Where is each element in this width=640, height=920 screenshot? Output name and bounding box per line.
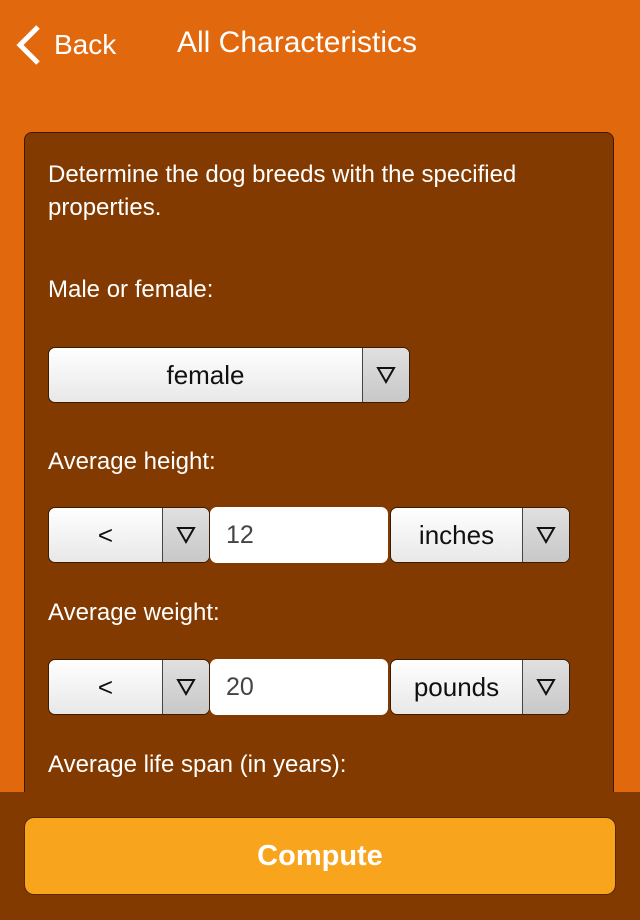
weight-comparator-select[interactable]: <	[48, 659, 210, 715]
height-unit-select[interactable]: inches	[390, 507, 570, 563]
weight-label: Average weight:	[48, 599, 220, 626]
intro-text: Determine the dog breeds with the specif…	[48, 161, 517, 221]
height-comparator-select[interactable]: <	[48, 507, 210, 563]
dropdown-arrow-icon	[522, 660, 569, 714]
chevron-left-icon	[16, 25, 40, 65]
height-comparator: <	[97, 519, 114, 550]
compute-button[interactable]: Compute	[24, 817, 616, 895]
dropdown-arrow-icon	[162, 660, 209, 714]
sex-value: female	[166, 359, 245, 390]
back-button[interactable]: Back	[14, 22, 116, 68]
sex-label: Male or female:	[48, 276, 214, 303]
dropdown-arrow-icon	[522, 508, 569, 562]
weight-unit: pounds	[413, 671, 500, 702]
height-unit: inches	[418, 519, 495, 550]
navigation-bar: Back All Characteristics	[0, 0, 640, 90]
weight-input[interactable]: 20	[210, 659, 388, 715]
sex-select[interactable]: female	[48, 347, 410, 403]
page-title: All Characteristics	[177, 26, 418, 59]
back-label: Back	[54, 29, 117, 60]
form-panel	[24, 132, 614, 832]
weight-unit-select[interactable]: pounds	[390, 659, 570, 715]
dropdown-arrow-icon	[362, 348, 409, 402]
weight-comparator: <	[97, 671, 114, 702]
dropdown-arrow-icon	[162, 508, 209, 562]
lifespan-label: Average life span (in years):	[48, 751, 347, 778]
height-input[interactable]: 12	[210, 507, 388, 563]
height-label: Average height:	[48, 448, 216, 475]
